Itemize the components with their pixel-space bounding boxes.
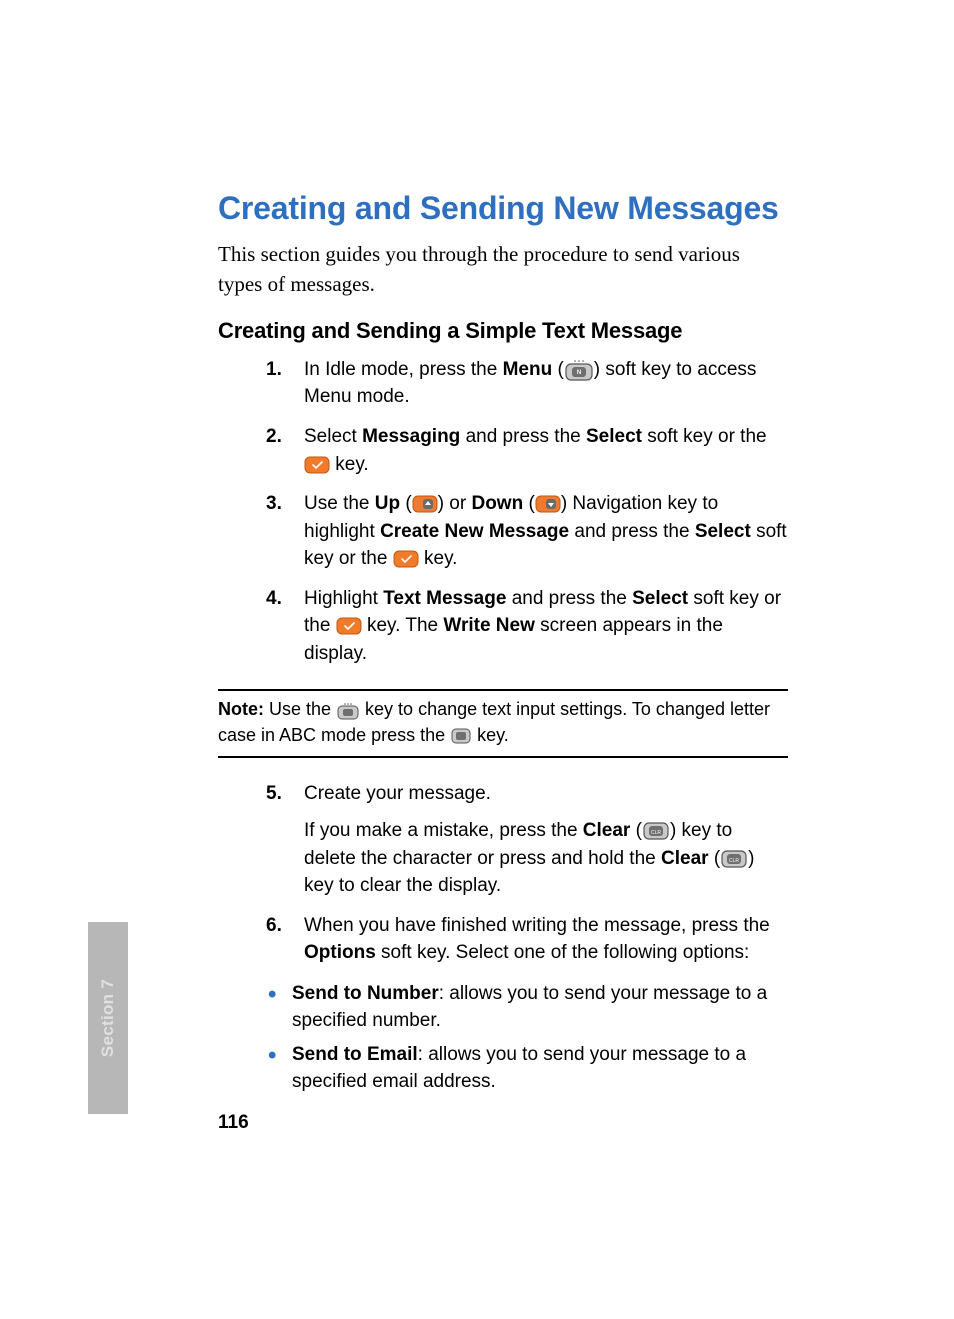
ok-key-icon <box>336 617 362 635</box>
steps-list-wrapper: In Idle mode, press the Menu (N) soft ke… <box>218 350 788 673</box>
page-content: Creating and Sending New Messages This s… <box>218 190 788 1099</box>
bullet-send-to-email: Send to Email: allows you to send your m… <box>266 1038 788 1099</box>
ok-key-icon <box>393 550 419 568</box>
step-5: Create your message. If you make a mista… <box>266 774 788 906</box>
step-2: Select Messaging and press the Select so… <box>266 417 788 484</box>
svg-text:CLR: CLR <box>729 858 739 864</box>
note-box: Note: Use the key to change text input s… <box>218 689 788 757</box>
svg-text:CLR: CLR <box>651 830 661 836</box>
subsection-heading: Creating and Sending a Simple Text Messa… <box>218 318 788 344</box>
step-1: In Idle mode, press the Menu (N) soft ke… <box>266 350 788 417</box>
soft-key-settings-icon <box>336 702 360 720</box>
section-heading: Creating and Sending New Messages <box>218 190 788 227</box>
intro-paragraph: This section guides you through the proc… <box>218 239 788 300</box>
steps-list-wrapper-2: Create your message. If you make a mista… <box>218 774 788 1100</box>
step-3: Use the Up () or Down () Navigation key … <box>266 484 788 579</box>
options-bullets: Send to Number: allows you to send your … <box>266 977 788 1099</box>
clear-key-icon: CLR <box>720 849 748 869</box>
step-4: Highlight Text Message and press the Sel… <box>266 579 788 674</box>
svg-text:N: N <box>577 370 581 376</box>
soft-key-case-icon <box>450 727 472 745</box>
steps-list-cont: Create your message. If you make a mista… <box>266 774 788 973</box>
section-tab-label: Section 7 <box>98 979 118 1057</box>
page-number: 116 <box>218 1112 249 1134</box>
clear-key-icon: CLR <box>642 821 670 841</box>
section-tab: Section 7 <box>88 922 128 1114</box>
nav-up-key-icon <box>412 495 438 513</box>
nav-down-key-icon <box>535 495 561 513</box>
ok-key-icon <box>304 456 330 474</box>
steps-list: In Idle mode, press the Menu (N) soft ke… <box>266 350 788 673</box>
soft-key-menu-icon: N <box>564 359 594 381</box>
note-label: Note: <box>218 699 264 719</box>
step-6: When you have finished writing the messa… <box>266 906 788 973</box>
bullet-send-to-number: Send to Number: allows you to send your … <box>266 977 788 1038</box>
